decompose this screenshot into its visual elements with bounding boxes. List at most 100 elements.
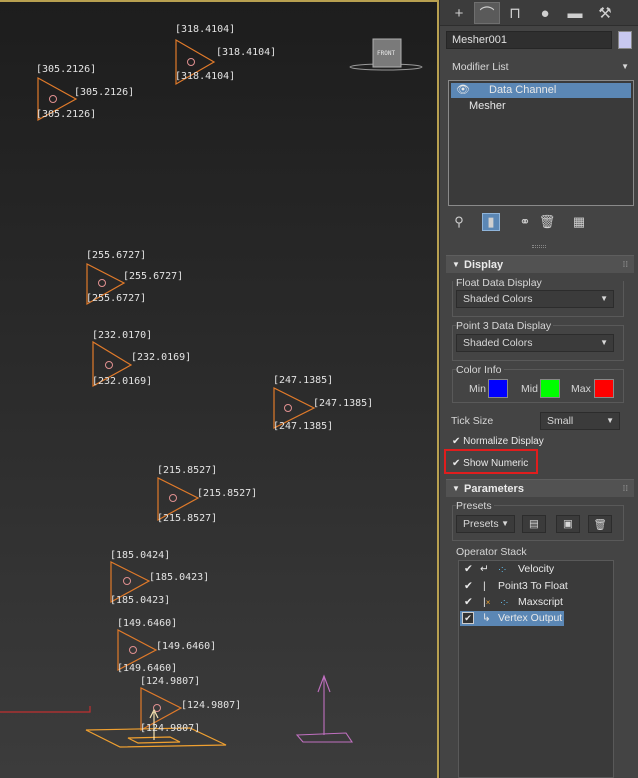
collapse-triangle-icon: ▼ [452,484,460,493]
color-info-label: Color Info [456,364,504,376]
modify-tab[interactable]: ⌒ [474,2,500,24]
folder-icon: ▤ [529,518,539,530]
modifier-stack-item-label: Data Channel [489,84,557,96]
float-data-label: Float Data Display [456,277,542,289]
checkbox-check-icon[interactable]: ✔ [462,612,474,624]
floppy-disk-icon: ▣ [563,518,573,530]
numeric-label: [232.0170] [92,330,153,341]
wrench-icon: ⚒ [598,5,612,22]
numeric-label: [185.0423] [149,572,210,583]
viewport[interactable]: FRONT [318.4104] [318.4104] [318.4104] [… [0,0,439,778]
checkbox-check-icon[interactable]: ✔ [464,595,473,610]
panel-grip[interactable] [532,245,546,248]
numeric-label: [185.0424] [110,550,171,561]
view-cube-label[interactable]: FRONT [377,48,395,60]
numeric-label: [149.6460] [117,663,178,674]
max-color-swatch[interactable] [594,379,614,398]
numeric-label: [255.6727] [86,250,147,261]
point-spray-icon: ·:· [500,597,509,607]
delete-preset-button[interactable]: 🗑 [588,515,612,533]
numeric-label: [124.9807] [140,723,201,734]
numeric-label: [318.4104] [216,47,277,58]
tick-size-value: Small [547,415,574,427]
normalize-display-label: Normalize Display [463,436,544,447]
tick-size-label: Tick Size [451,415,494,427]
numeric-label: [215.8527] [157,465,218,476]
display-tab[interactable]: ▬ [562,2,588,24]
normalize-display-checkbox[interactable]: ✔ Normalize Display [452,436,544,447]
motion-tab[interactable]: ● [532,2,558,24]
numeric-label: [215.8527] [157,513,218,524]
modifier-list-dropdown[interactable]: Modifier List ▼ [446,59,634,77]
numeric-label: [318.4104] [175,71,236,82]
rollout-grip-icon: ⁞⁞ [622,484,628,493]
collapse-triangle-icon: ▼ [452,260,460,269]
operator-row-maxscript[interactable]: ✔ |× ·:· Maxscript [460,595,564,610]
modifier-stack-item[interactable]: Mesher [451,99,631,114]
mid-label: Mid [521,383,538,395]
operator-row-velocity[interactable]: ✔ ↵ ·:· Velocity [460,562,564,577]
numeric-label: [255.6727] [86,293,147,304]
checkbox-check-icon[interactable]: ✔ [464,562,473,577]
chevron-down-icon: ▼ [600,338,608,347]
numeric-label: [305.2126] [74,87,135,98]
save-preset-button[interactable]: ▣ [556,515,580,533]
numeric-label: [305.2126] [36,109,97,120]
point-spray-icon: ·:· [498,564,507,574]
object-color-swatch[interactable] [618,31,632,49]
point3-data-value: Shaded Colors [463,337,533,349]
operator-label: Vertex Output [498,612,563,624]
numeric-label: [247.1385] [313,398,374,409]
float-data-dropdown[interactable]: Shaded Colors ▼ [456,290,614,308]
max-label: Max [571,383,591,395]
numeric-label: [124.9807] [140,676,201,687]
tick-size-dropdown[interactable]: Small ▼ [540,412,620,430]
load-preset-button[interactable]: ▤ [522,515,546,533]
operator-row-vertex-output[interactable]: ✔ ↳ Vertex Output [460,611,564,626]
show-end-result-icon[interactable]: ▮ [482,213,500,231]
plus-icon: + [454,4,464,22]
modifier-stack-item[interactable]: 👁 Data Channel [451,83,631,98]
hierarchy-icon: ⊓ [509,5,521,22]
chevron-down-icon: ▼ [600,294,608,303]
modifier-stack: 👁 Data Channel Mesher [448,80,634,206]
eye-icon[interactable]: 👁 [456,83,470,98]
mid-color-swatch[interactable] [540,379,560,398]
monitor-icon: ▬ [567,4,583,22]
checkbox-check-icon[interactable]: ✔ [464,579,473,594]
utilities-tab[interactable]: ⚒ [592,2,618,24]
operator-label: Point3 To Float [498,580,568,592]
rollout-grip-icon: ⁞⁞ [622,260,628,269]
rollout-title: Parameters [464,483,524,495]
gizmo-plane [295,732,354,743]
min-color-swatch[interactable] [488,379,508,398]
point3-data-label: Point 3 Data Display [456,320,554,332]
numeric-label: [215.8527] [197,488,258,499]
operator-row-point3-to-float[interactable]: ✔ | Point3 To Float [460,579,568,594]
numeric-label: [255.6727] [123,271,184,282]
make-unique-icon[interactable]: ⚭ [516,213,534,231]
command-panel-tabs: + ⌒ ⊓ ● ▬ ⚒ [440,0,638,26]
point3-data-dropdown[interactable]: Shaded Colors ▼ [456,334,614,352]
operator-label: Velocity [518,563,555,575]
pipe-icon: | [483,580,486,592]
object-name-field[interactable]: Mesher001 [446,31,612,49]
create-tab[interactable]: + [446,2,472,24]
output-arrow-icon: ↳ [482,612,491,624]
pin-stack-icon[interactable]: ⚲ [450,213,468,231]
chevron-down-icon: ▼ [621,62,629,71]
numeric-label: [318.4104] [175,24,236,35]
trash-icon[interactable]: 🗑 [538,213,556,231]
pipe-icon: |× [483,596,491,608]
configure-sets-icon[interactable]: ▦ [570,213,588,231]
numeric-label: [149.6460] [156,641,217,652]
numeric-label: [232.0169] [131,352,192,363]
rollout-title: Display [464,259,504,271]
hierarchy-tab[interactable]: ⊓ [502,2,528,24]
display-rollout-header[interactable]: ▼ Display ⁞⁞ [446,255,634,273]
min-label: Min [469,383,486,395]
modifier-list-label: Modifier List [452,61,509,73]
numeric-label: [247.1385] [273,375,334,386]
parameters-rollout-header[interactable]: ▼ Parameters ⁞⁞ [446,479,634,497]
presets-dropdown[interactable]: Presets ▼ [456,515,515,533]
